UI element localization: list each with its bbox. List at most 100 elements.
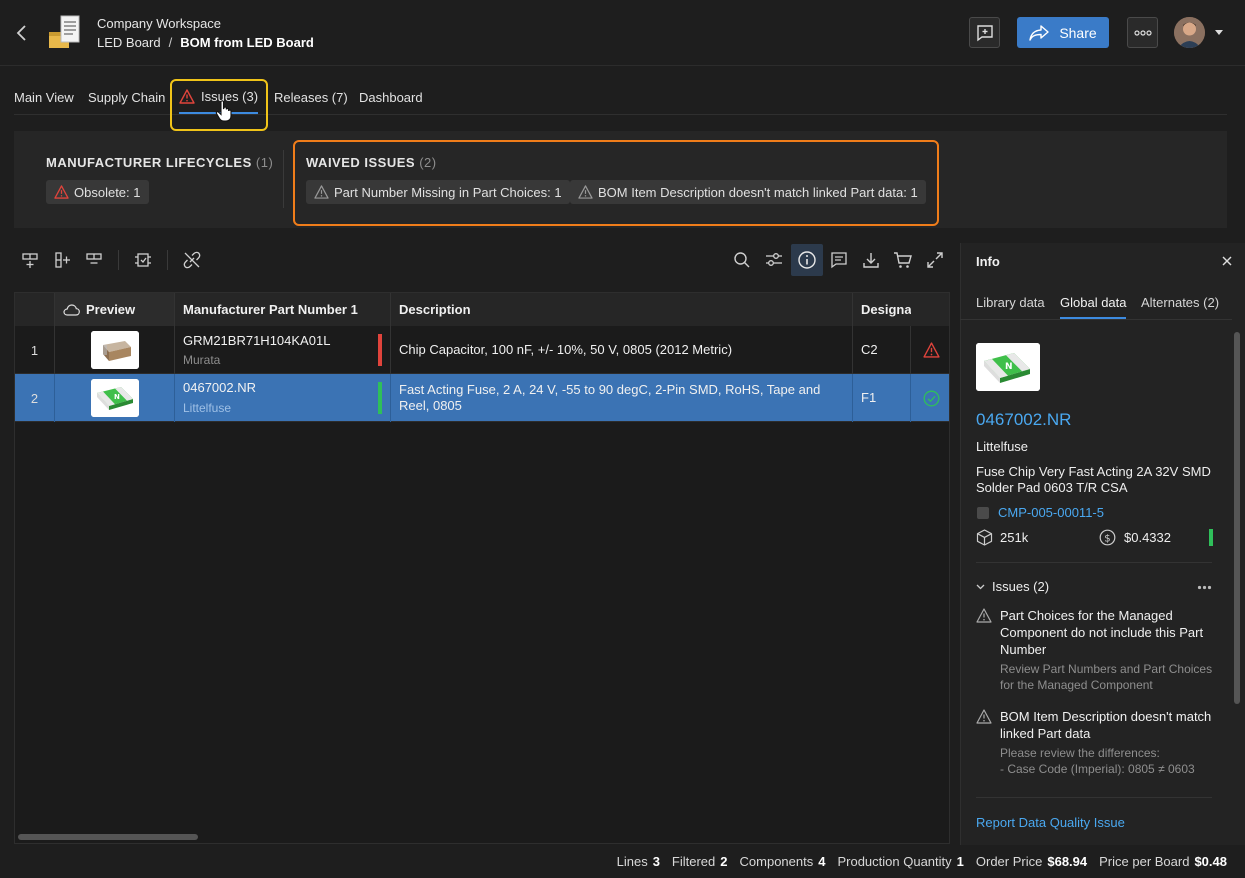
designator-cell: F1 — [853, 374, 911, 422]
share-button[interactable]: Share — [1017, 17, 1109, 48]
dollar-icon: $ — [1099, 529, 1116, 546]
bom-table: Preview Manufacturer Part Number 1 Descr… — [14, 292, 950, 844]
info-tabs-divider — [960, 319, 1232, 320]
warning-icon — [976, 709, 992, 724]
comment-button[interactable] — [969, 17, 1000, 48]
capacitor-thumbnail — [91, 331, 139, 369]
summary-divider — [283, 150, 284, 208]
chevron-down-icon[interactable] — [1215, 30, 1223, 35]
download-icon[interactable] — [860, 249, 882, 271]
footer-components: Components 4 — [739, 854, 826, 869]
fuse-thumbnail: N — [91, 379, 139, 417]
report-data-quality-link[interactable]: Report Data Quality Issue — [976, 815, 1125, 830]
tab-releases[interactable]: Releases (7) — [274, 90, 348, 105]
tab-main-view[interactable]: Main View — [14, 90, 74, 105]
chat-icon[interactable] — [828, 249, 850, 271]
filter-icon[interactable] — [763, 249, 785, 271]
part-image: N — [976, 343, 1040, 391]
info-divider — [976, 562, 1212, 563]
cart-icon[interactable] — [892, 249, 914, 271]
hand-cursor-icon — [215, 100, 233, 122]
footer-filtered: Filtered 2 — [671, 854, 728, 869]
info-vertical-scrollbar[interactable] — [1234, 332, 1240, 704]
warning-icon — [922, 342, 940, 358]
unit-price: $0.4332 — [1124, 530, 1171, 545]
table-row-selected[interactable]: 2 N 0467002.NR Littelfuse Fast Acting Fu… — [15, 374, 949, 422]
app-header: Company Workspace LED Board / BOM from LED… — [0, 0, 1245, 66]
issues-section-toggle[interactable]: Issues (2) — [976, 579, 1049, 594]
manufacturer-text: Murata — [183, 353, 221, 367]
price-status-bar — [1209, 529, 1213, 546]
warning-icon — [976, 608, 992, 623]
status-cell[interactable] — [911, 374, 949, 422]
row-number: 1 — [15, 326, 55, 374]
svg-text:N: N — [1005, 362, 1013, 372]
table-row[interactable]: 1 GRM21BR71H104KA01L Murata Chip Capacit… — [15, 326, 949, 374]
back-icon[interactable] — [14, 24, 30, 42]
cloud-icon — [63, 303, 80, 316]
issue-difference: - Case Code (Imperial): 0805 ≠ 0603 — [1000, 762, 1195, 776]
avatar[interactable] — [1174, 17, 1205, 48]
footer-production-quantity: Production Quantity 1 — [837, 854, 964, 869]
tab-supply-chain[interactable]: Supply Chain — [88, 90, 165, 105]
insert-row-icon[interactable] — [19, 249, 41, 271]
comment-icon — [976, 24, 994, 42]
info-tab-library-data[interactable]: Library data — [976, 295, 1045, 310]
info-panel-title: Info — [976, 254, 1000, 269]
svg-text:$: $ — [1104, 533, 1110, 544]
tab-dashboard[interactable]: Dashboard — [359, 90, 423, 105]
warning-icon — [54, 185, 69, 199]
svg-text:N: N — [114, 393, 120, 401]
issue-subtitle: Please review the differences: — [1000, 746, 1160, 760]
close-icon[interactable] — [1220, 254, 1234, 268]
column-header-designator[interactable]: Designat — [853, 293, 911, 326]
lifecycle-obsolete-chip[interactable]: Obsolete: 1 — [46, 180, 149, 204]
component-swatch — [977, 507, 989, 519]
mpn-cell: 0467002.NR Littelfuse — [175, 374, 391, 422]
status-cell[interactable] — [911, 326, 949, 374]
insert-column-icon[interactable] — [51, 249, 73, 271]
breadcrumb-project[interactable]: LED Board — [97, 35, 161, 50]
component-icon[interactable] — [132, 249, 154, 271]
search-icon[interactable] — [731, 249, 753, 271]
component-id-link[interactable]: CMP-005-00011-5 — [998, 505, 1104, 520]
unlink-icon[interactable] — [181, 249, 203, 271]
status-bar: Lines 3 Filtered 2 Components 4 Production … — [617, 854, 1227, 869]
mpn-text: GRM21BR71H104KA01L — [183, 333, 331, 348]
issues-section-title: Issues (2) — [992, 579, 1050, 594]
preview-cell — [55, 326, 175, 374]
cube-icon — [976, 529, 993, 546]
share-label: Share — [1059, 24, 1097, 41]
mpn-text: 0467002.NR — [183, 380, 256, 395]
more-button[interactable] — [1127, 17, 1158, 48]
preview-cell: N — [55, 374, 175, 422]
more-icon[interactable] — [1197, 585, 1212, 590]
check-circle-icon — [923, 390, 940, 407]
column-header-status — [911, 293, 949, 326]
column-header-mpn[interactable]: Manufacturer Part Number 1 — [175, 293, 391, 326]
info-tab-alternates[interactable]: Alternates (2) — [1141, 295, 1219, 310]
issue-title: BOM Item Description doesn't match linke… — [1000, 709, 1212, 741]
lifecycle-status-bar — [378, 382, 382, 414]
part-description: Fuse Chip Very Fast Acting 2A 32V SMD So… — [976, 464, 1211, 495]
horizontal-scrollbar[interactable] — [18, 834, 198, 840]
column-header-preview[interactable]: Preview — [55, 293, 175, 326]
expand-icon[interactable] — [924, 249, 946, 271]
logo-icon — [47, 14, 83, 50]
description-cell: Fast Acting Fuse, 2 A, 24 V, -55 to 90 d… — [391, 374, 853, 422]
lifecycles-title: MANUFACTURER LIFECYCLES (1) — [46, 155, 274, 170]
column-header-description[interactable]: Description — [391, 293, 853, 326]
delete-row-icon[interactable] — [83, 249, 105, 271]
breadcrumb-separator: / — [168, 35, 173, 50]
row-number-header — [15, 293, 55, 326]
info-icon[interactable] — [796, 249, 818, 271]
part-manufacturer: Littelfuse — [976, 439, 1029, 454]
info-tab-global-data[interactable]: Global data — [1060, 295, 1127, 310]
mpn-cell: GRM21BR71H104KA01L Murata — [175, 326, 391, 374]
footer-order-price: Order Price $68.94 — [975, 854, 1088, 869]
description-text: Fast Acting Fuse, 2 A, 24 V, -55 to 90 d… — [399, 382, 821, 413]
designator-cell: C2 — [853, 326, 911, 374]
share-icon — [1029, 24, 1050, 41]
part-number-link[interactable]: 0467002.NR — [976, 410, 1071, 430]
lifecycle-status-bar — [378, 334, 382, 366]
